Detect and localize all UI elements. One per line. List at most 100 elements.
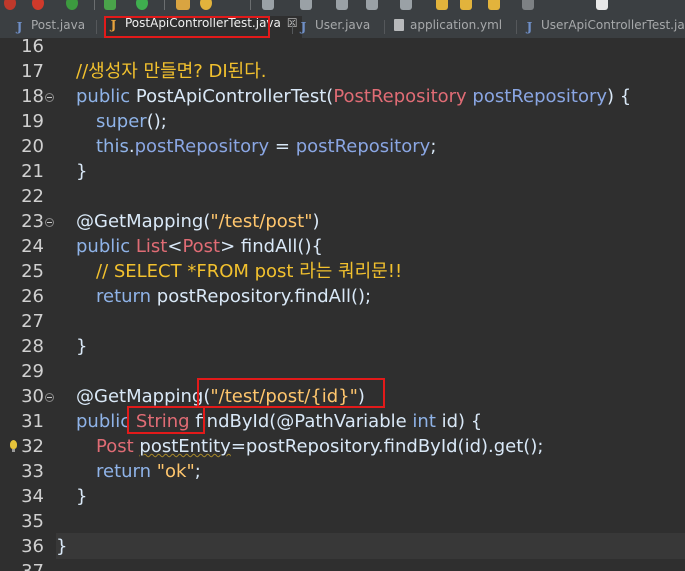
new-java-class-icon[interactable]	[136, 0, 148, 10]
code-token: > findAll(){	[220, 236, 323, 257]
code-line[interactable]: 26 return postRepository.findAll();	[0, 284, 685, 309]
line-number: 27	[21, 311, 44, 332]
code-editor[interactable]: 16 17 //생성자 만들면? DI된다. 18 public PostApiCont…	[0, 36, 685, 571]
code-token: ;	[430, 136, 437, 157]
tab-label: UserApiControllerTest.java	[541, 18, 685, 32]
code-token: postRepository	[472, 86, 608, 107]
main-toolbar	[0, 0, 685, 12]
code-line[interactable]: 27	[0, 309, 685, 334]
code-line[interactable]: 23 @GetMapping("/test/post")	[0, 209, 685, 234]
toggle-mark-icon[interactable]	[262, 0, 274, 10]
line-number: 32	[21, 436, 44, 457]
code-token: this	[96, 136, 129, 157]
code-line[interactable]: 19 super();	[0, 109, 685, 134]
code-line[interactable]: 22	[0, 184, 685, 209]
code-text: }	[76, 159, 87, 184]
code-line[interactable]: 29	[0, 359, 685, 384]
code-token: }	[76, 336, 88, 357]
line-number: 37	[18, 559, 44, 571]
code-text: }	[76, 334, 87, 359]
code-line[interactable]: 16	[0, 34, 685, 59]
code-token: "ok"	[156, 461, 195, 482]
show-whitespace-icon[interactable]	[366, 0, 378, 10]
code-token: postEntity	[139, 436, 231, 457]
fold-toggle-icon[interactable]	[45, 93, 54, 102]
code-token: =	[269, 136, 296, 157]
line-number: 29	[21, 361, 44, 382]
code-line[interactable]: 25 // SELECT *FROM post 라는 쿼리문!!	[0, 259, 685, 284]
tab-label: User.java	[315, 18, 371, 32]
code-line[interactable]: 37	[0, 559, 685, 571]
tab-label: application.yml	[410, 18, 503, 32]
next-annotation-icon[interactable]	[400, 0, 412, 10]
forward-icon[interactable]	[522, 0, 534, 10]
java-file-icon: J	[110, 18, 117, 32]
code-line[interactable]: 35	[0, 509, 685, 534]
code-token: "/test/post/{id}"	[210, 386, 358, 407]
line-number: 19	[21, 111, 44, 132]
code-token: postRepository.findAll();	[156, 286, 372, 307]
line-number: 20	[21, 136, 44, 157]
debug-icon[interactable]	[4, 0, 16, 10]
code-text: this.postRepository = postRepository;	[96, 134, 436, 159]
code-line[interactable]: 21}	[0, 159, 685, 184]
line-number: 26	[21, 286, 44, 307]
code-text: @GetMapping("/test/post")	[76, 209, 320, 234]
line-number: 28	[21, 336, 44, 357]
code-line[interactable]: 24 public List<Post> findAll(){	[0, 234, 685, 259]
code-line[interactable]: 33 return "ok";	[0, 459, 685, 484]
code-line[interactable]: 36}	[0, 534, 685, 559]
code-text: //생성자 만들면? DI된다.	[76, 59, 267, 84]
code-token: public	[76, 86, 136, 107]
code-text: @GetMapping("/test/post/{id}")	[76, 384, 365, 409]
toolbar-separator	[94, 0, 95, 10]
fold-toggle-icon[interactable]	[45, 218, 54, 227]
tab-label: PostApiControllerTest.java	[125, 16, 281, 30]
code-token: =postRepository.findById(id).get();	[230, 436, 544, 457]
next-edit-icon[interactable]	[460, 0, 472, 10]
code-token: // SELECT *FROM post 라는 쿼리문!!	[96, 261, 403, 282]
line-number: 35	[21, 511, 44, 532]
line-number: 24	[21, 236, 44, 257]
fold-toggle-icon[interactable]	[45, 393, 54, 402]
block-selection-icon[interactable]	[300, 0, 312, 10]
new-class-icon[interactable]	[104, 0, 116, 10]
code-token: Post	[96, 436, 140, 457]
search-icon[interactable]	[200, 0, 212, 10]
code-line[interactable]: 17 //생성자 만들면? DI된다.	[0, 59, 685, 84]
code-line[interactable]: 30 @GetMapping("/test/post/{id}")	[0, 384, 685, 409]
line-number: 31	[21, 411, 44, 432]
code-line[interactable]: 34}	[0, 484, 685, 509]
line-number: 36	[21, 536, 44, 557]
code-line[interactable]: 18 public PostApiControllerTest(PostRepos…	[0, 84, 685, 109]
code-line[interactable]: 31 public String findById(@PathVariable i…	[0, 409, 685, 434]
tab-separator	[96, 20, 97, 34]
line-number: 22	[21, 186, 44, 207]
run-icon[interactable]	[66, 0, 78, 10]
code-line[interactable]: 28}	[0, 334, 685, 359]
code-text: }	[76, 484, 87, 509]
code-token: <	[167, 236, 183, 257]
code-token: )	[312, 211, 320, 232]
code-token: String	[135, 411, 196, 432]
eclipse-window: JPost.java JPostApiControllerTest.java☒ …	[0, 0, 685, 571]
back-icon[interactable]	[488, 0, 500, 10]
code-token: PostRepository	[333, 86, 473, 107]
stop-icon[interactable]	[32, 0, 44, 10]
code-token: ) {	[607, 86, 632, 107]
code-line[interactable]: 32 Post postEntity=postRepository.findByI…	[0, 434, 685, 459]
code-token: findById(@PathVariable	[195, 411, 413, 432]
code-line[interactable]: 20 this.postRepository = postRepository;	[0, 134, 685, 159]
open-folder-icon[interactable]	[176, 0, 190, 10]
prev-edit-icon[interactable]	[436, 0, 448, 10]
tab-separator	[516, 20, 517, 34]
quick-fix-bulb-icon[interactable]	[10, 440, 17, 452]
word-wrap-icon[interactable]	[336, 0, 348, 10]
code-text: public String findById(@PathVariable int…	[76, 409, 482, 434]
code-token: return	[96, 286, 157, 307]
code-text: return "ok";	[96, 459, 201, 484]
code-token: public	[76, 411, 136, 432]
tab-label: Post.java	[31, 18, 86, 32]
pin-editor-icon[interactable]	[596, 0, 608, 10]
code-text: // SELECT *FROM post 라는 쿼리문!!	[96, 259, 402, 284]
